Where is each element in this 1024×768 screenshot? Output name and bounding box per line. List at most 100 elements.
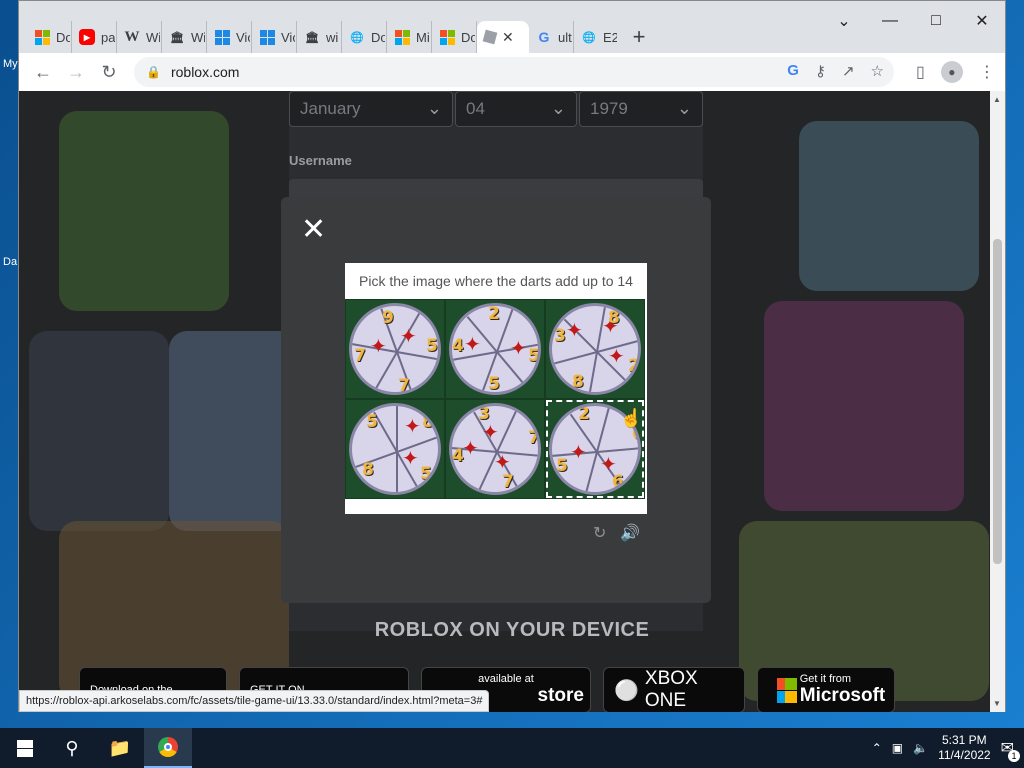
microsoft-store-badge[interactable]: Get it from Microsoft	[757, 667, 895, 712]
tab[interactable]: ▶ pa	[72, 21, 117, 53]
username-label: Username	[289, 153, 352, 168]
windows-icon	[259, 29, 275, 45]
share-icon[interactable]: ↗	[842, 62, 855, 80]
reload-button[interactable]: ↻	[95, 58, 123, 86]
window-controls: ⌄ — □ ✕	[821, 7, 1005, 35]
xbox-icon: ⚪	[614, 679, 639, 702]
address-bar[interactable]: 🔒 roblox.com G ⚷ ↗ ☆	[134, 57, 894, 87]
tile-number: 8	[608, 308, 620, 328]
scrollbar-thumb[interactable]	[993, 239, 1002, 564]
maximize-button[interactable]: □	[913, 7, 959, 35]
captcha-tile[interactable]: ✦ ✦ 2 4 5 5	[445, 299, 545, 399]
scroll-down-icon[interactable]: ▼	[993, 699, 1001, 708]
chrome-icon[interactable]	[144, 728, 192, 768]
captcha-tile[interactable]: ✦ ✦ 5 8 8 5	[345, 399, 445, 499]
scroll-up-icon[interactable]: ▲	[993, 95, 1001, 104]
tab[interactable]: 🌐 Do	[342, 21, 387, 53]
tab[interactable]: Do	[27, 21, 72, 53]
dartboard-image: ✦ ✦ 5 8 8 5	[349, 403, 441, 495]
captcha-modal: ✕ Pick the image where the darts add up …	[281, 197, 711, 603]
tab-search-icon[interactable]: ⌄	[821, 7, 867, 35]
captcha-panel: Pick the image where the darts add up to…	[345, 263, 647, 514]
network-icon[interactable]: ▣	[892, 741, 903, 755]
dart-icon: ✦	[510, 338, 527, 360]
day-select[interactable]: 04 ⌄	[455, 91, 577, 127]
youtube-icon: ▶	[79, 29, 95, 45]
tab[interactable]: W Wi	[117, 21, 162, 53]
reload-captcha-icon[interactable]: ↻	[593, 523, 606, 543]
captcha-tile[interactable]: ✦ ✦ ✦ 3 4 7 7	[445, 399, 545, 499]
tab[interactable]: Gult	[529, 21, 574, 53]
tab-label: Do	[461, 29, 475, 45]
back-button[interactable]: ←	[29, 58, 57, 86]
tile-number: 4	[452, 446, 464, 466]
dart-icon: ✦	[608, 346, 625, 368]
page-viewport: January ⌄ 04 ⌄ 1979 ⌄ Username ✕ Pick the i…	[19, 91, 1005, 712]
tab-label: Mi	[416, 29, 430, 45]
tile-number: 2	[628, 356, 640, 376]
dart-icon: ✦	[404, 416, 421, 438]
dart-icon: ✦	[370, 336, 387, 358]
vertical-scrollbar[interactable]: ▲ ▼	[990, 91, 1005, 712]
audio-captcha-icon[interactable]: 🔊	[620, 523, 640, 543]
captcha-grid: ✦ ✦ 9 7 5 7 ✦ ✦ 2 4 5 5 ✦ ✦ ✦ 3 8 2 8 ✦ …	[345, 299, 645, 499]
tab-label: Wi	[191, 29, 205, 45]
profile-avatar[interactable]: ●	[940, 61, 963, 83]
dart-icon: ✦	[566, 320, 583, 342]
captcha-tile[interactable]: ✦ ✦ ✦ 3 8 2 8	[545, 299, 645, 399]
tab-label: pa	[101, 29, 115, 45]
chevron-up-icon[interactable]: ⌃	[872, 741, 882, 755]
search-icon[interactable]: ⚲	[48, 728, 96, 768]
tab-active[interactable]: ✕	[477, 21, 529, 53]
tab[interactable]: 🏛 wi	[297, 21, 342, 53]
tile-number: 5	[426, 336, 438, 356]
side-panel-icon[interactable]: ▯	[916, 62, 925, 82]
tab[interactable]: Do	[432, 21, 477, 53]
key-icon[interactable]: ⚷	[815, 62, 826, 80]
minimize-button[interactable]: —	[867, 7, 913, 35]
dart-icon: ✦	[462, 438, 479, 460]
url-text: roblox.com	[170, 64, 240, 80]
store-badge-line2: store	[537, 685, 584, 706]
desktop-icon-label[interactable]: My	[3, 58, 18, 70]
month-select[interactable]: January ⌄	[289, 91, 453, 127]
tab[interactable]: Vic	[252, 21, 297, 53]
globe-icon: 🌐	[350, 31, 364, 44]
tile-number: 6	[612, 472, 624, 492]
store-badge-line1: Get it from	[799, 673, 852, 685]
year-select[interactable]: 1979 ⌄	[579, 91, 703, 127]
tab[interactable]: 🌐 E2	[574, 21, 619, 53]
captcha-tile-selected[interactable]: ✦ ✦ 2 6 5 6 ☝	[545, 399, 645, 499]
tab-label: Do	[371, 29, 385, 45]
bookmark-star-icon[interactable]: ☆	[871, 62, 884, 80]
xbox-badge[interactable]: ⚪ XBOX ONE	[603, 667, 745, 712]
tab[interactable]: Mi	[387, 21, 432, 53]
google-translate-icon[interactable]: G	[787, 62, 799, 80]
notification-icon[interactable]: ✉ 1	[1001, 738, 1020, 762]
tile-number: 5	[556, 456, 568, 476]
status-bar-url: https://roblox-api.arkoselabs.com/fc/ass…	[19, 690, 490, 712]
tab[interactable]: Vic	[207, 21, 252, 53]
tile-number: 3	[478, 404, 490, 424]
tile-number: 7	[354, 346, 366, 366]
close-icon[interactable]: ✕	[502, 29, 514, 46]
lock-icon[interactable]: 🔒	[146, 65, 161, 79]
forward-button[interactable]: →	[62, 58, 90, 86]
volume-icon[interactable]: 🔈	[913, 741, 928, 755]
new-tab-button[interactable]: +	[625, 23, 653, 51]
clock[interactable]: 5:31 PM 11/4/2022	[938, 733, 991, 763]
file-explorer-icon[interactable]: 📁	[96, 728, 144, 768]
tab[interactable]: 🏛 Wi	[162, 21, 207, 53]
captcha-tile[interactable]: ✦ ✦ 9 7 5 7	[345, 299, 445, 399]
tile-number: 2	[488, 304, 500, 324]
desktop-icon-label[interactable]: Da	[3, 256, 17, 268]
start-button[interactable]	[0, 728, 48, 768]
tab-label: Vic	[281, 29, 295, 45]
close-window-button[interactable]: ✕	[959, 7, 1005, 35]
promo-title: ROBLOX ON YOUR DEVICE	[374, 619, 650, 641]
close-icon[interactable]: ✕	[301, 215, 331, 245]
menu-kebab-icon[interactable]: ⋮	[979, 62, 995, 82]
background-tile	[799, 121, 979, 291]
microsoft-icon	[439, 29, 455, 45]
museum-icon: 🏛	[305, 31, 319, 44]
